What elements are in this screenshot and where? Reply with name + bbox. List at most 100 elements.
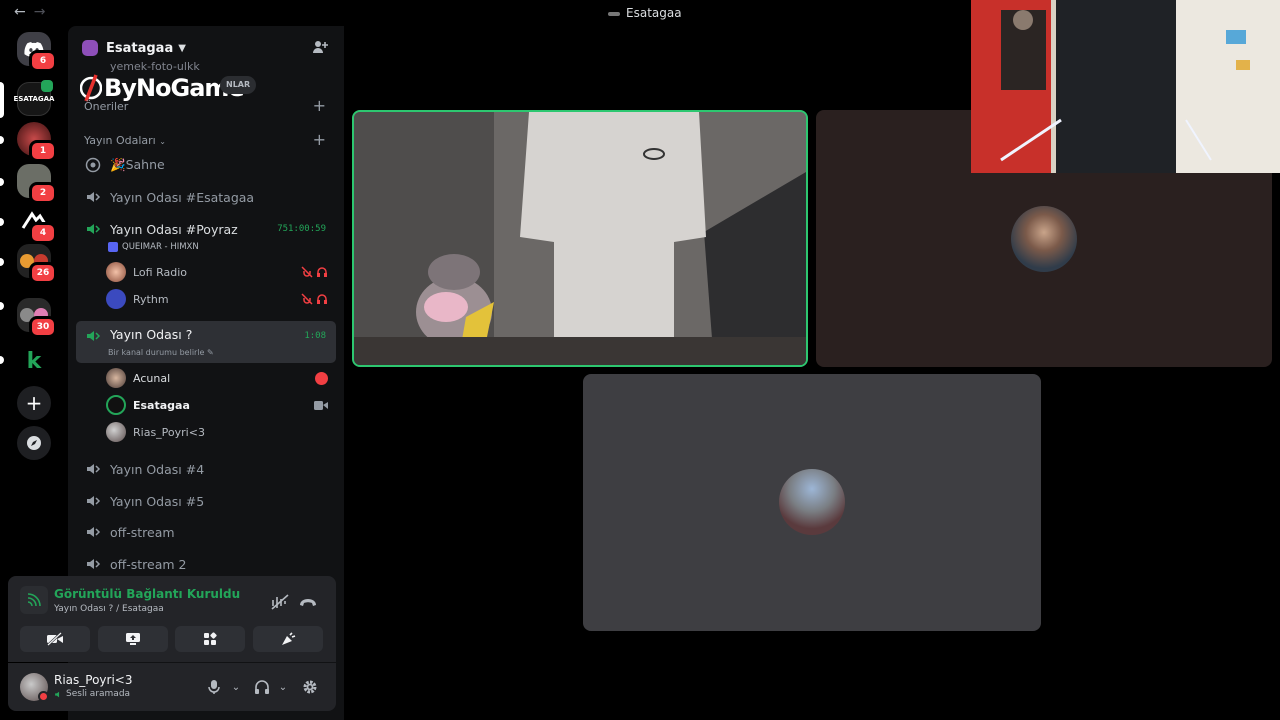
add-server-button[interactable]: + xyxy=(17,386,51,420)
selected-server-pill xyxy=(0,82,4,118)
screen-share-icon xyxy=(126,633,140,645)
call-timer: 751:00:59 xyxy=(277,224,326,234)
user-status-text: Sesli aramada xyxy=(66,689,131,699)
unread-pill xyxy=(0,302,4,310)
signal-icon[interactable] xyxy=(20,586,48,614)
server-folder-2[interactable]: 30 xyxy=(17,298,57,338)
server-3[interactable]: 1 xyxy=(17,122,57,162)
user-status: Sesli aramada xyxy=(54,689,130,699)
member-status-icons xyxy=(314,400,328,411)
member-status-icons xyxy=(315,371,328,385)
webcam-feed xyxy=(971,0,1280,173)
server-folder-1[interactable]: 26 xyxy=(17,244,57,284)
unread-pill xyxy=(0,178,4,186)
user-panel: Rias_Poyri<3 Sesli aramada ⌄ ⌄ xyxy=(8,663,336,711)
server-8[interactable]: k xyxy=(17,344,51,378)
plus-icon: + xyxy=(25,391,43,415)
scrolled-channel[interactable]: yemek-foto-ulkk xyxy=(110,60,200,73)
server-muted-icon xyxy=(301,266,313,278)
camera-off-button[interactable] xyxy=(20,626,90,652)
channel-status-prompt[interactable]: Bir kanal durumu belirle ✎ xyxy=(108,348,214,357)
server-deafened-icon xyxy=(317,267,327,277)
camera-off-icon xyxy=(47,632,63,646)
unread-pill xyxy=(0,218,4,226)
mute-button[interactable] xyxy=(204,677,224,697)
server-5[interactable]: 4 xyxy=(17,204,57,244)
discord-home-button[interactable]: 6 xyxy=(17,32,57,72)
category-streams[interactable]: Yayın Odaları ⌄ xyxy=(84,134,166,147)
voice-channel-icon xyxy=(84,460,102,478)
user-settings-button[interactable] xyxy=(300,677,320,697)
video-indicator-icon xyxy=(41,80,53,92)
voice-channel-icon xyxy=(84,188,102,206)
stream-watermark: ByNoGame xyxy=(79,74,245,102)
streamer-webcam-overlay xyxy=(971,0,1280,173)
avatar xyxy=(106,422,126,442)
connection-status[interactable]: Görüntülü Bağlantı Kuruldu xyxy=(54,587,240,601)
user-name[interactable]: Rias_Poyri<3 xyxy=(54,673,133,687)
server-esatagaa[interactable]: ESATAGAA xyxy=(14,80,54,116)
stage-icon xyxy=(84,156,102,174)
channel-stream-5[interactable]: Yayın Odası #5 xyxy=(76,486,336,516)
notification-badge: 6 xyxy=(29,50,57,72)
soundboard-button[interactable] xyxy=(253,626,323,652)
channel-stream-esatagaa[interactable]: Yayın Odası #Esatagaa xyxy=(76,182,336,212)
voice-member[interactable]: Esatagaa xyxy=(106,393,328,417)
channel-stage-label: 🎉Sahne xyxy=(110,157,165,172)
member-name: Acunal xyxy=(133,371,171,385)
channel-off-stream-2[interactable]: off-stream 2 xyxy=(76,549,336,579)
screen-share-button[interactable] xyxy=(98,626,168,652)
avatar xyxy=(106,368,126,388)
voice-member[interactable]: Acunal xyxy=(106,366,328,390)
server-esatagaa-label: ESATAGAA xyxy=(13,95,55,103)
add-channel-plus-icon[interactable]: + xyxy=(313,130,326,149)
chevron-down-icon: ⌄ xyxy=(159,137,166,146)
connection-channel[interactable]: Yayın Odası ? / Esatagaa xyxy=(54,604,164,614)
add-channel-plus-icon[interactable]: + xyxy=(313,96,326,115)
activities-icon xyxy=(204,632,217,645)
video-tile-participant[interactable] xyxy=(583,374,1041,631)
activities-button[interactable] xyxy=(175,626,245,652)
channel-stream-poyraz[interactable]: Yayın Odası #Poyraz 751:00:59 xyxy=(76,214,336,244)
unread-pill xyxy=(0,258,4,266)
server-4[interactable]: 2 xyxy=(17,164,57,204)
category-suggestions[interactable]: Öneriler xyxy=(84,100,128,113)
channel-off-stream[interactable]: off-stream xyxy=(76,517,336,547)
notification-badge: 26 xyxy=(29,262,57,284)
channel-stage-name: Sahne xyxy=(125,157,165,172)
voice-channel-icon xyxy=(84,492,102,510)
notification-badge: 2 xyxy=(29,182,57,204)
output-options-chevron-icon[interactable]: ⌄ xyxy=(273,677,293,697)
explore-button[interactable] xyxy=(17,426,51,460)
category-streams-label: Yayın Odaları xyxy=(84,134,156,147)
member-status-icons xyxy=(301,266,328,278)
voice-member[interactable]: Rias_Poyri<3 xyxy=(106,420,328,444)
new-items-chip[interactable]: NLAR xyxy=(220,76,257,94)
voice-active-icon xyxy=(55,691,60,697)
video-tile-speaking[interactable] xyxy=(352,110,808,367)
pencil-icon: ✎ xyxy=(207,348,214,357)
voice-member[interactable]: Rythm xyxy=(106,287,328,311)
compass-icon xyxy=(27,436,41,450)
voice-member[interactable]: Lofi Radio xyxy=(106,260,328,284)
live-indicator-icon xyxy=(315,371,328,385)
noise-suppression-icon[interactable] xyxy=(270,592,290,612)
microphone-icon xyxy=(208,680,220,694)
channel-stream-active[interactable]: Yayın Odası ? 1:08 Bir kanal durumu beli… xyxy=(76,321,336,363)
participant-avatar xyxy=(779,469,845,535)
disconnect-icon[interactable] xyxy=(298,592,318,612)
voice-channel-icon xyxy=(84,523,102,541)
deafen-button[interactable] xyxy=(252,677,272,697)
channel-label: Yayın Odası #4 xyxy=(110,461,205,477)
input-options-chevron-icon[interactable]: ⌄ xyxy=(226,677,246,697)
notification-badge: 30 xyxy=(29,316,57,338)
avatar xyxy=(106,289,126,309)
channel-stream-4[interactable]: Yayın Odası #4 xyxy=(76,454,336,484)
history-arrows[interactable]: ←→ xyxy=(14,4,53,20)
channel-label: off-stream xyxy=(110,524,175,540)
channel-stage[interactable]: 🎉Sahne xyxy=(76,150,336,180)
member-name: Rias_Poyri<3 xyxy=(133,425,205,439)
channel-activity: QUEIMAR - HIMXN xyxy=(108,242,199,252)
voice-channel-active-icon xyxy=(84,220,102,238)
invite-people-icon[interactable] xyxy=(312,39,330,57)
